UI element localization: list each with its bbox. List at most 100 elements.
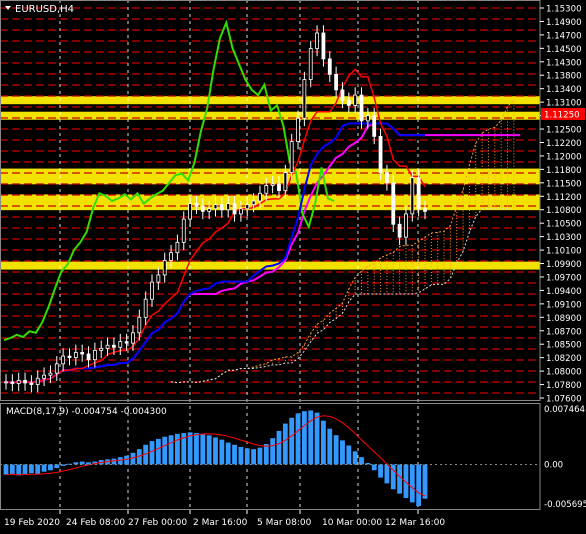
price-axis-label: 1.08900 [546, 314, 582, 324]
candle-body [175, 241, 180, 254]
price-axis-label: 1.12200 [546, 139, 582, 149]
macd-histogram-bar [117, 457, 123, 465]
candle-body [23, 379, 27, 384]
candle-body [54, 363, 59, 374]
symbol-title: EURUSD,H4 [15, 4, 74, 15]
macd-histogram-bar [384, 464, 390, 484]
time-axis-label: 10 Mar 00:00 [322, 518, 382, 528]
price-axis-label: 1.12500 [546, 126, 582, 136]
macd-histogram-bar [149, 441, 155, 465]
price-axis-label: 1.07800 [546, 381, 582, 391]
macd-histogram-bar [155, 438, 161, 465]
macd-histogram-bar [422, 464, 428, 499]
macd-histogram-bar [308, 410, 314, 465]
macd-axis-label: 0.00 [544, 460, 563, 470]
macd-histogram-bar [340, 440, 345, 465]
candle-body [251, 200, 256, 206]
macd-histogram-bar [162, 436, 168, 465]
price-axis-label: 1.14900 [546, 18, 582, 28]
candle-body [226, 203, 231, 211]
macd-histogram-bar [28, 464, 34, 474]
candle-body [315, 32, 319, 49]
macd-histogram-bar [289, 417, 295, 465]
macd-histogram-bar [3, 464, 9, 475]
macd-histogram-bar [213, 437, 218, 465]
price-chart[interactable]: 1.15300 1.14900 1.14700 1.14500 1.14300 1.138… [0, 0, 586, 530]
macd-histogram-bar [225, 442, 231, 465]
candle-body [181, 218, 186, 243]
candle-body [321, 32, 326, 60]
macd-histogram-bar [346, 445, 352, 465]
candle-body [73, 352, 78, 359]
price-axis-label: 1.11800 [546, 166, 582, 176]
candle-body [92, 349, 97, 361]
price-axis-label: 1.08200 [546, 354, 582, 364]
candle-body [264, 185, 269, 194]
price-axis-label: 1.12000 [546, 152, 582, 162]
candle-body [238, 208, 243, 215]
candle-body [194, 203, 199, 207]
candle-body [118, 341, 123, 348]
candle-body [105, 344, 110, 349]
macd-histogram-bar [244, 448, 250, 465]
candle-body [346, 99, 351, 106]
price-axis-label: 1.14300 [546, 58, 582, 68]
candle-body [232, 203, 237, 215]
candle-body [162, 260, 167, 276]
candle-body [143, 298, 148, 318]
macd-histogram-bar [333, 435, 339, 465]
macd-histogram-bar [187, 432, 193, 465]
candle-body [169, 252, 173, 261]
price-axis-label: 1.09400 [546, 287, 582, 297]
candle-body [200, 205, 205, 212]
macd-histogram-bar [206, 435, 212, 465]
candle-body [283, 172, 288, 192]
macd-histogram-bar [263, 444, 269, 465]
price-axis-label: 1.13400 [546, 85, 582, 95]
macd-histogram-bar [9, 464, 15, 474]
macd-histogram-bar [238, 446, 244, 465]
time-axis-label: 5 Mar 08:00 [257, 518, 312, 528]
macd-histogram-bar [359, 457, 364, 465]
macd-histogram-bar [276, 430, 282, 465]
candle-body [277, 183, 281, 192]
macd-histogram-bar [352, 451, 358, 465]
time-axis-label: 19 Feb 2020 [4, 518, 60, 528]
macd-histogram-bar [371, 464, 377, 471]
macd-histogram-bar [41, 464, 47, 472]
candle-body [137, 316, 142, 334]
candle-body [29, 382, 34, 385]
candle-body [99, 347, 104, 351]
candle-body [258, 192, 262, 202]
candle-body [213, 204, 218, 210]
time-axis-label: 2 Mar 16:00 [193, 518, 248, 528]
current-price-label: 1.11250 [544, 111, 580, 121]
candle-body [188, 203, 193, 220]
sr-zone [0, 96, 540, 105]
macd-histogram-bar [48, 464, 53, 471]
candle-body [308, 48, 313, 80]
macd-axis-label: 0.007464 [544, 405, 585, 415]
price-axis-label: 1.10300 [546, 233, 582, 243]
macd-histogram-bar [270, 438, 276, 465]
macd-histogram-bar [16, 464, 22, 476]
price-axis-label: 1.13100 [546, 99, 582, 109]
price-axis-label: 1.10100 [546, 247, 582, 257]
price-axis-label: 1.09700 [546, 273, 582, 283]
macd-histogram-bar [321, 420, 326, 465]
candle-body [302, 79, 307, 119]
macd-histogram-bar [295, 413, 301, 465]
time-axis-label: 27 Feb 00:00 [128, 518, 187, 528]
candle-body [131, 332, 135, 344]
candle-body [16, 379, 21, 384]
price-axis-label: 1.11200 [546, 193, 582, 203]
candle-body [61, 355, 66, 365]
macd-histogram-bar [194, 433, 199, 465]
macd-histogram-bar [200, 433, 206, 465]
candle-body [334, 73, 339, 91]
candle-body [124, 341, 129, 344]
candle-body [112, 344, 116, 348]
macd-histogram-bar [111, 458, 117, 465]
macd-histogram-bar [301, 411, 307, 465]
candle-body [372, 115, 377, 137]
